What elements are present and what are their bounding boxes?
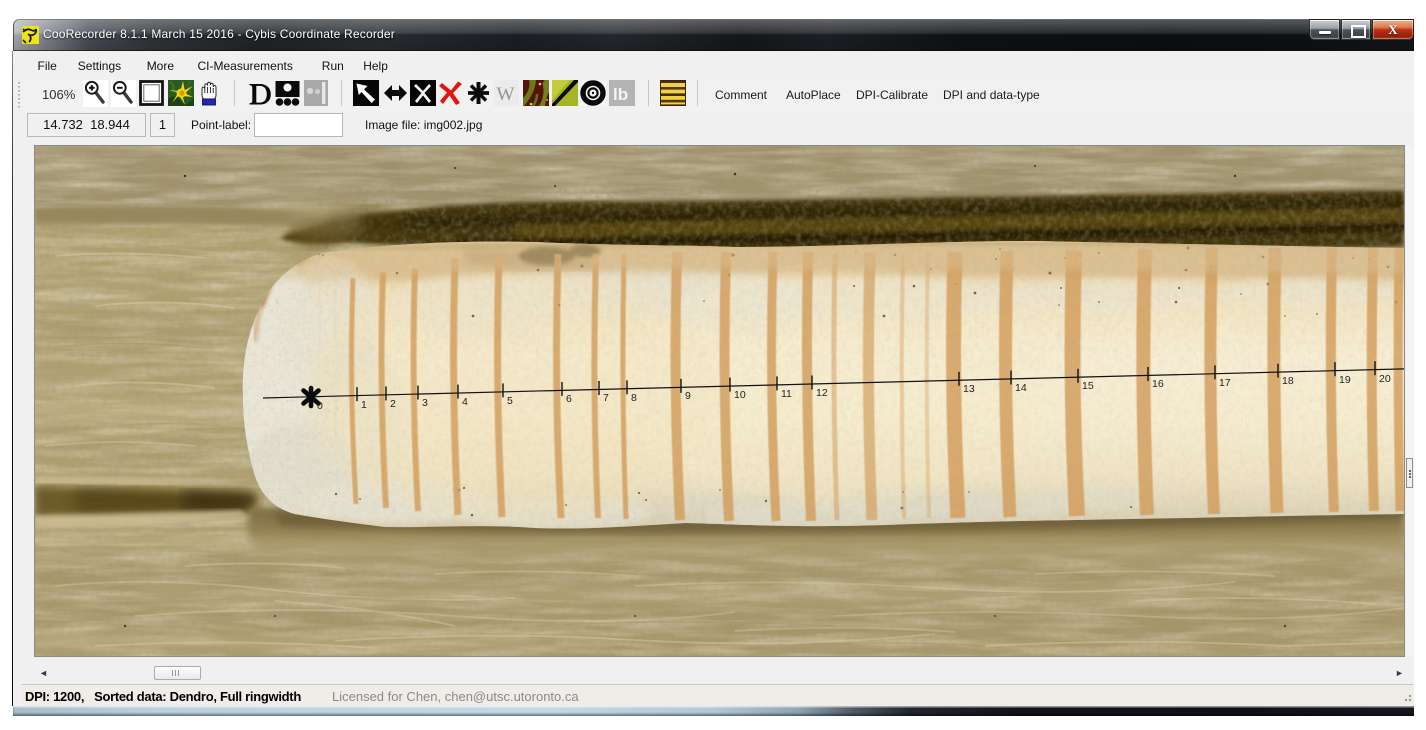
svg-text:W: W: [497, 84, 515, 105]
svg-text:17: 17: [1219, 377, 1231, 389]
svg-text:14: 14: [1015, 382, 1027, 394]
svg-text:10: 10: [734, 389, 746, 401]
svg-text:9: 9: [685, 390, 691, 402]
svg-text:1: 1: [361, 399, 367, 411]
svg-text:16: 16: [1152, 378, 1164, 390]
svg-text:3: 3: [422, 397, 428, 409]
svg-text:19: 19: [1339, 374, 1351, 386]
svg-text:0: 0: [317, 400, 323, 412]
svg-text:12: 12: [816, 387, 828, 399]
svg-text:8: 8: [631, 392, 637, 404]
svg-text:11: 11: [781, 388, 792, 400]
svg-text:13: 13: [963, 383, 975, 395]
svg-text:20: 20: [1379, 373, 1391, 385]
svg-text:7: 7: [603, 392, 609, 404]
svg-text:lb: lb: [613, 85, 628, 104]
svg-text:4: 4: [462, 396, 468, 408]
svg-text:2: 2: [390, 398, 396, 410]
svg-text:15: 15: [1082, 380, 1094, 392]
svg-text:6: 6: [566, 393, 572, 405]
svg-text:5: 5: [507, 395, 513, 407]
svg-text:18: 18: [1282, 375, 1294, 387]
